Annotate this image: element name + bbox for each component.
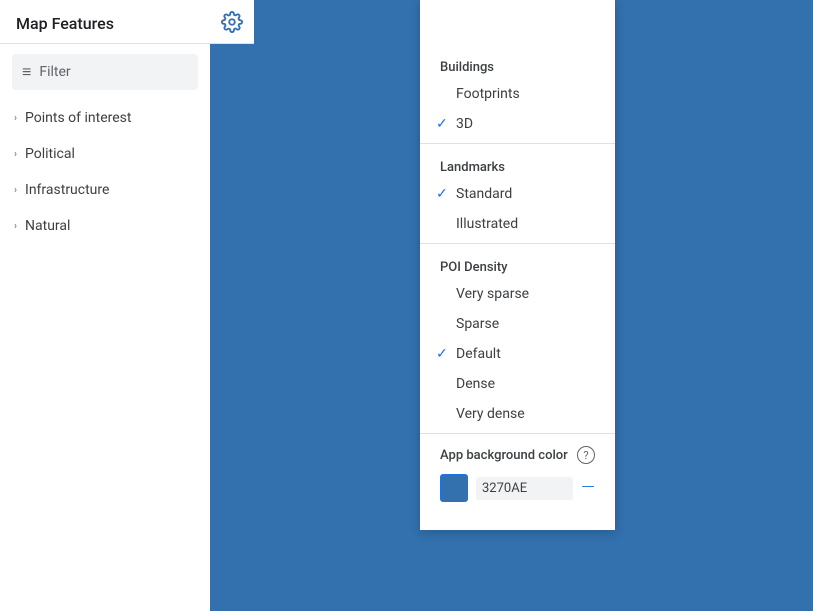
sidebar-item-infrastructure[interactable]: › Infrastructure: [0, 172, 210, 208]
default-item[interactable]: ✓ Default: [420, 339, 615, 369]
poi-density-section: POI Density Very sparse Sparse ✓ Default…: [420, 243, 615, 433]
settings-dropdown: Buildings Footprints ✓ 3D Landmarks ✓ St…: [420, 0, 615, 530]
color-value[interactable]: 3270AE: [476, 477, 573, 500]
color-row: 3270AE —: [440, 474, 595, 502]
sidebar-item-label: Natural: [25, 218, 70, 234]
3d-item[interactable]: ✓ 3D: [420, 109, 615, 139]
landmarks-label: Landmarks: [420, 152, 615, 179]
footprints-item[interactable]: Footprints: [420, 79, 615, 109]
help-icon[interactable]: ?: [577, 446, 595, 464]
gear-icon: [221, 11, 243, 33]
filter-icon: ≡: [22, 62, 31, 82]
chevron-icon: ›: [14, 221, 17, 232]
app-bg-section: App background color ? 3270AE —: [420, 433, 615, 514]
app-bg-label: App background color: [440, 448, 568, 463]
check-icon: ✓: [436, 346, 448, 362]
sidebar-item-natural[interactable]: › Natural: [0, 208, 210, 244]
very-sparse-label: Very sparse: [456, 286, 529, 302]
footprints-label: Footprints: [456, 86, 520, 102]
very-sparse-item[interactable]: Very sparse: [420, 279, 615, 309]
app-bg-row: App background color ?: [440, 446, 595, 464]
sidebar-item-label: Points of interest: [25, 110, 131, 126]
sidebar-item-poi[interactable]: › Points of interest: [0, 100, 210, 136]
dense-item[interactable]: Dense: [420, 369, 615, 399]
color-clear-button[interactable]: —: [581, 479, 595, 497]
sidebar-title: Map Features: [0, 0, 210, 44]
filter-bar[interactable]: ≡ Filter: [12, 54, 198, 90]
buildings-section: Buildings Footprints ✓ 3D: [420, 44, 615, 143]
standard-label: Standard: [456, 186, 512, 202]
sparse-label: Sparse: [456, 316, 499, 332]
standard-item[interactable]: ✓ Standard: [420, 179, 615, 209]
sidebar-item-label: Political: [25, 146, 75, 162]
chevron-icon: ›: [14, 185, 17, 196]
landmarks-section: Landmarks ✓ Standard Illustrated: [420, 143, 615, 243]
dense-label: Dense: [456, 376, 495, 392]
check-icon: ✓: [436, 116, 448, 132]
gear-container: Buildings Footprints ✓ 3D Landmarks ✓ St…: [210, 0, 254, 44]
chevron-icon: ›: [14, 113, 17, 124]
sidebar-item-political[interactable]: › Political: [0, 136, 210, 172]
color-swatch[interactable]: [440, 474, 468, 502]
sidebar-item-label: Infrastructure: [25, 182, 109, 198]
very-dense-item[interactable]: Very dense: [420, 399, 615, 429]
check-icon: ✓: [436, 186, 448, 202]
poi-density-label: POI Density: [420, 252, 615, 279]
settings-button[interactable]: [210, 0, 254, 44]
buildings-label: Buildings: [420, 52, 615, 79]
sparse-item[interactable]: Sparse: [420, 309, 615, 339]
very-dense-label: Very dense: [456, 406, 525, 422]
illustrated-item[interactable]: Illustrated: [420, 209, 615, 239]
illustrated-label: Illustrated: [456, 216, 518, 232]
chevron-icon: ›: [14, 149, 17, 160]
default-label: Default: [456, 346, 501, 362]
3d-label: 3D: [456, 116, 473, 132]
sidebar: Map Features ≡ Filter › Points of intere…: [0, 0, 210, 611]
filter-label: Filter: [39, 64, 70, 80]
